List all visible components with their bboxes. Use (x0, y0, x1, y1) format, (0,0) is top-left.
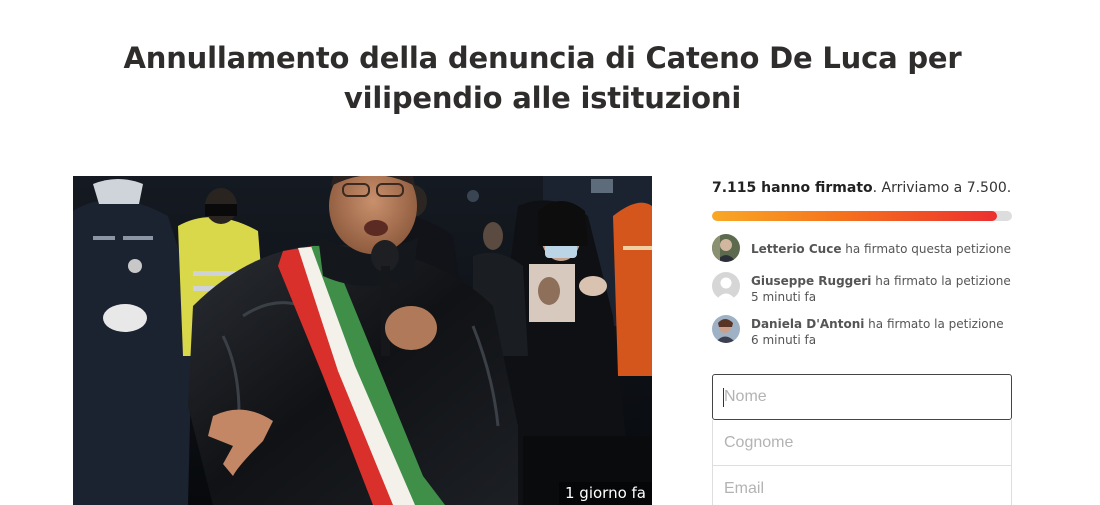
signer-name[interactable]: Letterio Cuce (751, 242, 841, 256)
signature-count: 7.115 hanno firmato. Arriviamo a 7.500. (712, 177, 1012, 199)
signer-name[interactable]: Daniela D'Antoni (751, 317, 864, 331)
signed-count-text: 7.115 hanno firmato (712, 180, 873, 196)
petition-photo[interactable]: 1 giorno fa (73, 176, 652, 505)
petition-page: Annullamento della denuncia di Cateno De… (0, 0, 1100, 505)
photo-illustration (73, 176, 652, 505)
signer-text: Giuseppe Ruggeri ha firmato la petizione… (751, 273, 1012, 305)
signer-avatar-photo-icon (712, 234, 740, 262)
default-avatar-icon (712, 272, 740, 300)
first-name-field[interactable] (712, 374, 1012, 420)
signer-item: Letterio Cuce ha firmato questa petizion… (712, 234, 1012, 262)
progress-bar (712, 211, 1012, 221)
text-caret (723, 388, 724, 407)
signer-avatar-photo-icon (712, 315, 740, 343)
photo-timestamp: 1 giorno fa (558, 482, 652, 505)
progress-bar-fill (712, 211, 997, 221)
first-name-wrapper (712, 374, 1012, 420)
page-title: Annullamento della denuncia di Cateno De… (123, 41, 962, 115)
signer-text: Daniela D'Antoni ha firmato la petizione… (751, 316, 1012, 348)
email-field[interactable] (712, 466, 1012, 505)
goal-text: . Arriviamo a 7.500. (872, 180, 1012, 196)
signature-panel: 7.115 hanno firmato. Arriviamo a 7.500. … (712, 176, 1012, 359)
signer-text: Letterio Cuce ha firmato questa petizion… (751, 235, 1011, 257)
signer-action: ha firmato questa petizione (845, 242, 1011, 256)
last-name-field[interactable] (712, 420, 1012, 466)
signer-item: Daniela D'Antoni ha firmato la petizione… (712, 315, 1012, 348)
signer-item: Giuseppe Ruggeri ha firmato la petizione… (712, 272, 1012, 305)
recent-signers: Letterio Cuce ha firmato questa petizion… (712, 234, 1012, 348)
sign-form (712, 374, 1012, 505)
signer-name[interactable]: Giuseppe Ruggeri (751, 274, 871, 288)
